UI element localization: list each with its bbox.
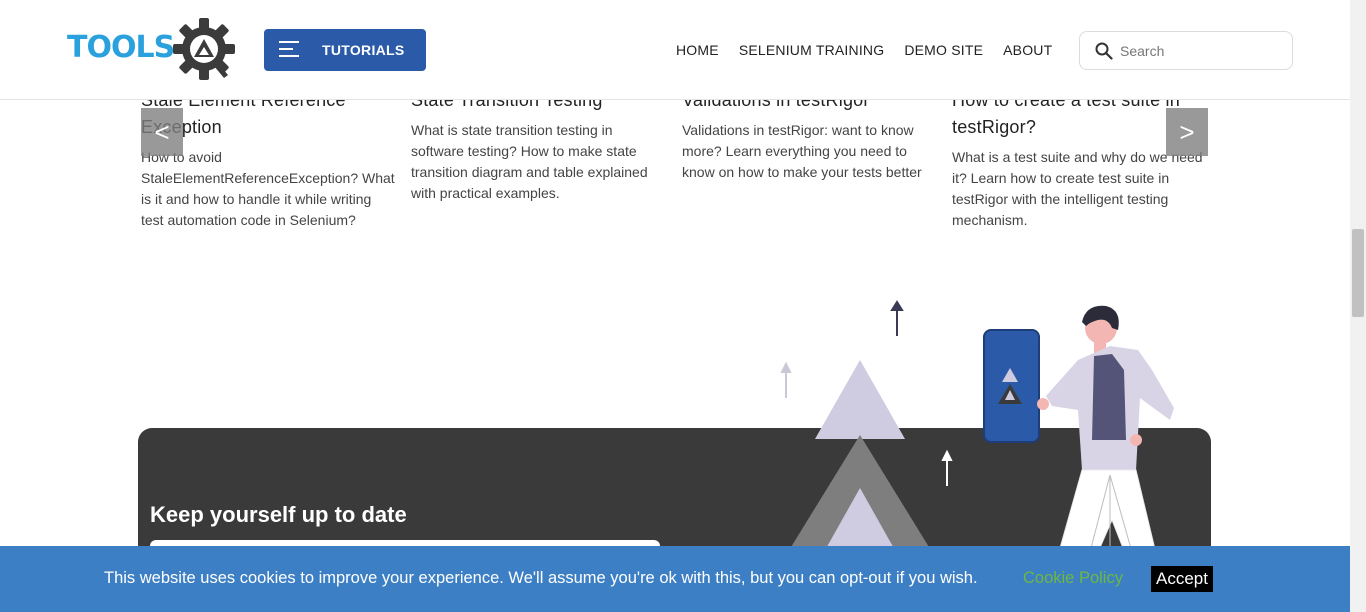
site-header: TOOLS TUTORIALS HOME SELENIUM TRAINING D… — [0, 0, 1350, 100]
cookie-consent-bar: This website uses cookies to improve you… — [0, 546, 1350, 612]
card-description: What is a test suite and why do we need … — [952, 149, 1203, 228]
card-description: What is state transition testing in soft… — [411, 122, 648, 201]
carousel-prev-button[interactable]: < — [141, 108, 183, 156]
scrollbar-thumb[interactable] — [1352, 229, 1364, 317]
site-logo[interactable]: TOOLS — [67, 18, 242, 82]
cookie-message: This website uses cookies to improve you… — [104, 569, 978, 587]
search-box[interactable] — [1079, 31, 1293, 70]
nav-item-selenium-training[interactable]: SELENIUM TRAINING — [739, 42, 885, 58]
search-input[interactable] — [1120, 41, 1280, 61]
page: Stale Element Reference Exception How to… — [0, 0, 1366, 612]
cookie-policy-link[interactable]: Cookie Policy — [1023, 569, 1123, 588]
newsletter-heading: Keep yourself up to date — [150, 502, 407, 527]
main-nav: HOME SELENIUM TRAINING DEMO SITE ABOUT — [676, 42, 1072, 58]
card-description: How to avoid StaleElementReferenceExcept… — [141, 149, 395, 228]
search-icon[interactable] — [1095, 42, 1113, 60]
nav-item-demo-site[interactable]: DEMO SITE — [904, 42, 983, 58]
hamburger-menu-icon — [279, 41, 299, 58]
carousel-next-button[interactable]: > — [1166, 108, 1208, 156]
tutorials-label: TUTORIALS — [322, 42, 405, 58]
logo-text: TOOLS — [67, 30, 175, 65]
carousel-card[interactable]: State Transition Testing What is state t… — [411, 87, 667, 204]
nav-item-about[interactable]: ABOUT — [1003, 42, 1052, 58]
gear-logo-icon — [173, 18, 235, 80]
card-description: Validations in testRigor: want to know m… — [682, 122, 922, 180]
nav-item-home[interactable]: HOME — [676, 42, 719, 58]
accept-cookies-button[interactable]: Accept — [1151, 566, 1213, 592]
tutorials-menu-button[interactable]: TUTORIALS — [264, 29, 426, 71]
carousel-card[interactable]: Validations in testRigor Validations in … — [682, 87, 938, 183]
page-scrollbar[interactable] — [1350, 0, 1366, 612]
